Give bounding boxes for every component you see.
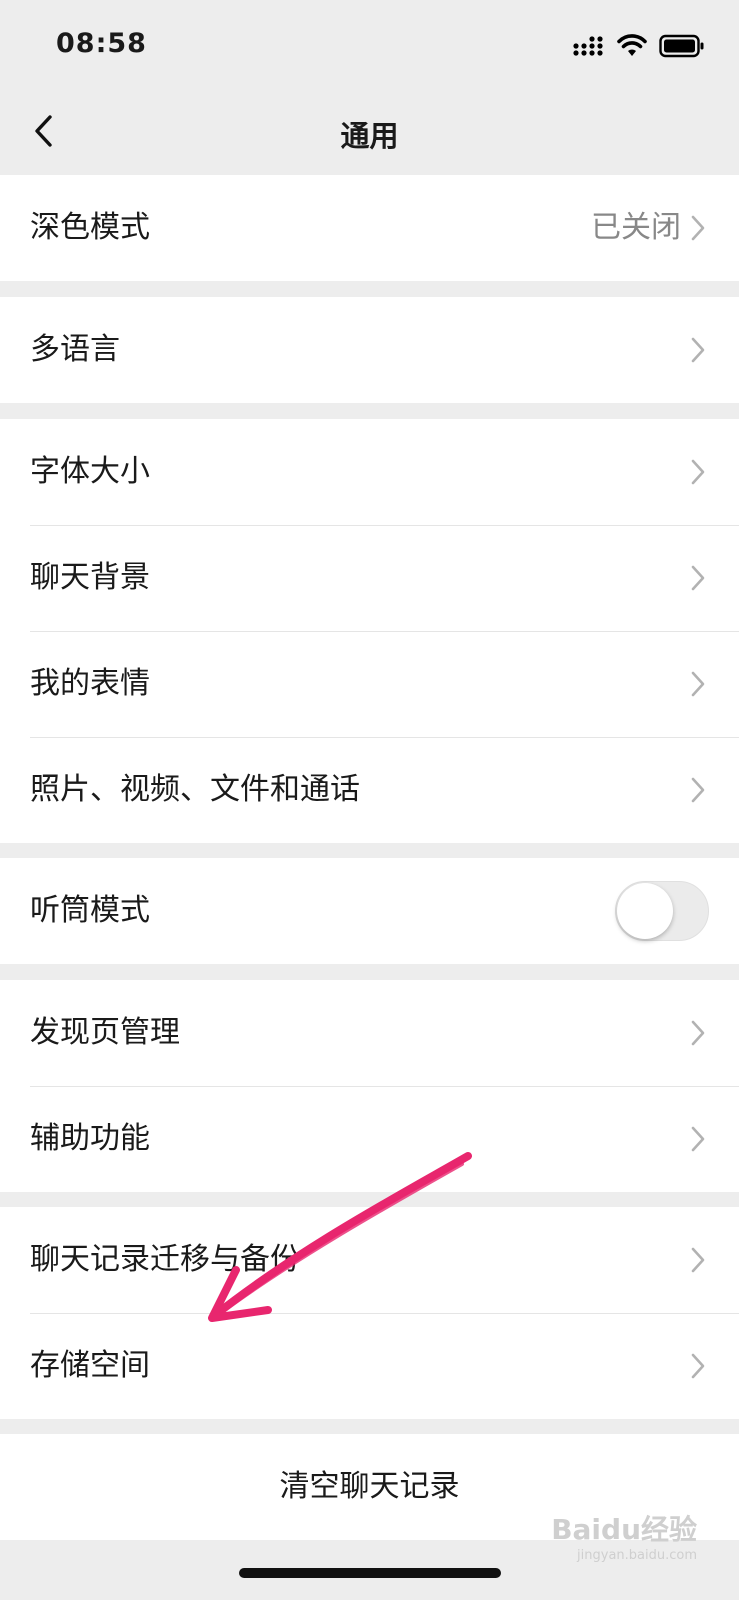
- row-label: 多语言: [30, 332, 120, 367]
- settings-row-accessibility[interactable]: 辅助功能: [0, 1086, 739, 1192]
- watermark-url: jingyan.baidu.com: [577, 1548, 697, 1563]
- settings-row-font-size[interactable]: 字体大小: [0, 419, 739, 525]
- settings-row-language[interactable]: 多语言: [0, 297, 739, 403]
- settings-row-my-stickers[interactable]: 我的表情: [0, 631, 739, 737]
- status-icons: [573, 30, 705, 62]
- nav-bar: 通用: [0, 95, 739, 175]
- settings-row-chat-background[interactable]: 聊天背景: [0, 525, 739, 631]
- row-label: 照片、视频、文件和通话: [30, 772, 360, 807]
- settings-row-storage[interactable]: 存储空间: [0, 1313, 739, 1419]
- settings-group-earpiece: 听筒模式: [0, 858, 739, 964]
- page-title: 通用: [340, 119, 399, 153]
- chevron-right-icon: [691, 1020, 705, 1046]
- cellular-signal-icon: [573, 36, 603, 56]
- chevron-right-icon: [691, 1126, 705, 1152]
- settings-row-media-files-calls[interactable]: 照片、视频、文件和通话: [0, 737, 739, 843]
- settings-group-storage: 聊天记录迁移与备份 存储空间: [0, 1207, 739, 1419]
- row-label: 深色模式: [30, 210, 150, 245]
- chevron-right-icon: [691, 671, 705, 697]
- settings-group-display: 字体大小 聊天背景 我的表情 照片、视频、文件和通话: [0, 419, 739, 843]
- row-label: 存储空间: [30, 1348, 150, 1383]
- home-indicator: [239, 1568, 501, 1578]
- row-label: 聊天记录迁移与备份: [30, 1242, 300, 1277]
- chevron-right-icon: [691, 565, 705, 591]
- toggle-knob: [617, 883, 673, 939]
- row-label: 字体大小: [30, 454, 150, 489]
- battery-icon: [659, 34, 704, 58]
- chevron-right-icon: [691, 215, 705, 241]
- row-label: 聊天背景: [30, 560, 150, 595]
- chevron-right-icon: [691, 459, 705, 485]
- settings-group-discover: 发现页管理 辅助功能: [0, 980, 739, 1192]
- row-label: 听筒模式: [30, 893, 150, 928]
- settings-row-earpiece-mode: 听筒模式: [0, 858, 739, 964]
- chevron-right-icon: [691, 1247, 705, 1273]
- chevron-right-icon: [691, 777, 705, 803]
- earpiece-mode-toggle[interactable]: [615, 881, 709, 941]
- settings-group-language: 多语言: [0, 297, 739, 403]
- row-label: 发现页管理: [30, 1015, 180, 1050]
- settings-row-chat-migration-backup[interactable]: 聊天记录迁移与备份: [0, 1207, 739, 1313]
- row-label: 我的表情: [30, 666, 150, 701]
- settings-row-discover-management[interactable]: 发现页管理: [0, 980, 739, 1086]
- status-bar: 08:58: [0, 0, 739, 95]
- chevron-right-icon: [691, 337, 705, 363]
- settings-group-dark-mode: 深色模式 已关闭: [0, 175, 739, 281]
- wifi-icon: [617, 34, 647, 56]
- settings-row-dark-mode[interactable]: 深色模式 已关闭: [0, 175, 739, 281]
- row-label: 辅助功能: [30, 1121, 150, 1156]
- watermark-logo: Baidu经验: [551, 1513, 697, 1546]
- chevron-right-icon: [691, 1353, 705, 1379]
- row-value: 已关闭: [591, 210, 681, 245]
- status-time: 08:58: [56, 28, 147, 59]
